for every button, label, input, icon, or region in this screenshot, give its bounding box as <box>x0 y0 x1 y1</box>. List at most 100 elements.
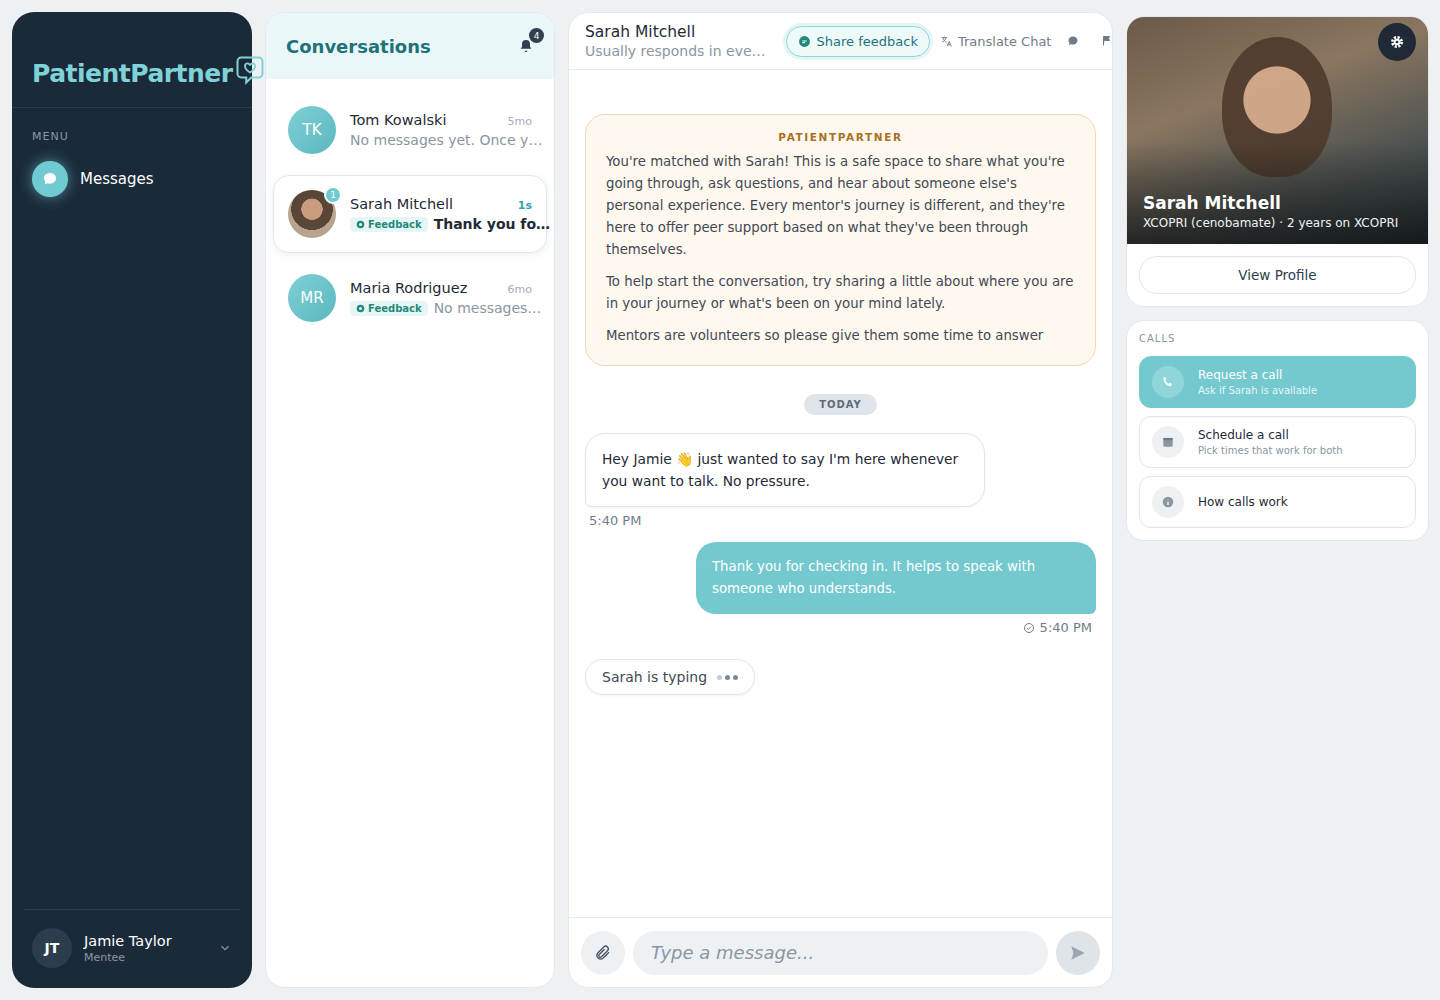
chat-options-button[interactable] <box>1061 29 1085 53</box>
user-role: Mentee <box>84 951 206 964</box>
conversation-preview: Thank you fo… <box>434 216 550 232</box>
typing-dot <box>725 675 730 680</box>
user-name: Jamie Taylor <box>84 933 206 949</box>
logo-text[interactable]: PatientPartner <box>32 60 233 88</box>
typing-dots <box>717 675 738 680</box>
view-profile-button[interactable]: View Profile <box>1139 256 1416 294</box>
user-avatar[interactable]: JT <box>32 928 72 968</box>
notice-paragraph: You're matched with Sarah! This is a saf… <box>606 151 1075 261</box>
message-input[interactable] <box>633 931 1048 975</box>
conversation-item[interactable]: MR Maria Rodriguez6mo FeedbackNo messages… <box>273 259 547 337</box>
conversation-bottom: No messages yet. Once y… <box>350 132 532 148</box>
conversations-panel: Conversations 4 TK Tom Kowalski 5mo No messag… <box>265 12 555 988</box>
message-meta: 5:40 PM <box>585 513 1096 528</box>
chat-bubble-icon <box>356 220 365 229</box>
chat-bubble-icon <box>356 304 365 313</box>
call-subtitle: Pick times that work for both <box>1198 445 1343 456</box>
chevron-down-icon[interactable] <box>218 941 232 955</box>
notice-paragraph: To help start the conversation, try shar… <box>606 271 1075 315</box>
avatar: TK <box>288 106 336 154</box>
conversation-bottom: FeedbackThank you fo… <box>350 216 532 232</box>
attach-button[interactable] <box>581 931 625 975</box>
welcome-notice: PATIENTPARTNER You're matched with Sarah!… <box>585 114 1096 366</box>
chat-subtitle: Usually responds in eve… <box>585 43 766 59</box>
message-meta: 5:40 PM <box>1019 620 1096 635</box>
notifications-button[interactable]: 4 <box>514 34 538 58</box>
right-panel: Sarah MitchellXCOPRI (cenobamate) · 2 ye… <box>1126 12 1429 988</box>
conversations-title: Conversations <box>286 36 431 57</box>
message: Hey Jamie 👋 just wanted to say I'm here … <box>585 433 1096 528</box>
conversation-preview: No messages yet. Once y… <box>350 132 542 148</box>
call-text: Schedule a call Pick times that work for … <box>1198 428 1343 456</box>
call-option[interactable]: Schedule a call Pick times that work for … <box>1139 416 1416 468</box>
share-feedback-button[interactable]: Share feedback <box>786 26 930 57</box>
chat-name: Sarah Mitchell <box>585 23 766 41</box>
call-title[interactable]: Request a call <box>1198 368 1317 382</box>
calls-label: CALLS <box>1139 333 1416 344</box>
paperclip-icon <box>594 944 612 962</box>
conversation-name: Tom Kowalski <box>350 112 446 128</box>
conversation-top: Maria Rodriguez6mo <box>350 280 532 296</box>
profile-name: Sarah Mitchell <box>1143 193 1412 213</box>
chat-contact: Sarah Mitchell Usually responds in eve… <box>585 23 766 59</box>
typing-indicator: Sarah is typing <box>585 659 755 695</box>
settings-button[interactable] <box>1378 23 1416 61</box>
sidebar: PatientPartnerMENUMessagesJTJamie Taylor… <box>12 12 252 988</box>
chat-messages: PATIENTPARTNER You're matched with Sarah!… <box>569 70 1112 917</box>
calendar-icon <box>1161 435 1175 449</box>
translate-chat-button[interactable]: Translate Chat <box>940 34 1052 49</box>
messages-icon-wrap <box>32 161 68 197</box>
call-subtitle: Ask if Sarah is available <box>1198 385 1317 396</box>
chat-bubble-icon <box>42 171 58 187</box>
chat-panel: Sarah Mitchell Usually responds in eve… Sh… <box>568 12 1113 988</box>
translate-label[interactable]: Translate Chat <box>958 34 1052 49</box>
user-menu[interactable]: JT Jamie Taylor Mentee <box>24 909 240 988</box>
message-time: 5:40 PM <box>589 513 641 528</box>
conversation-name: Maria Rodriguez <box>350 280 467 296</box>
logo[interactable]: PatientPartner <box>12 12 252 108</box>
conversation-top: Tom Kowalski 5mo <box>350 112 532 128</box>
unread-badge: 1 <box>324 186 342 204</box>
flag-icon <box>1101 35 1113 47</box>
conversation-time: 5mo <box>508 115 532 128</box>
message-bubble: Hey Jamie 👋 just wanted to say I'm here … <box>585 433 985 507</box>
call-icon-wrap <box>1152 366 1184 398</box>
call-option[interactable]: Request a call Ask if Sarah is available <box>1139 356 1416 408</box>
feedback-label: Feedback <box>368 303 422 314</box>
chat-bubble-icon <box>798 35 811 48</box>
notice-paragraph: Mentors are volunteers so please give th… <box>606 325 1075 347</box>
conversation-list: TK Tom Kowalski 5mo No messages yet. Once y… <box>266 79 554 349</box>
call-title[interactable]: Schedule a call <box>1198 428 1343 442</box>
calls-card: CALLS Request a call Ask if Sarah is avail… <box>1126 320 1429 541</box>
notification-badge: 4 <box>529 28 544 43</box>
call-option[interactable]: How calls work <box>1139 476 1416 528</box>
chat-header: Sarah Mitchell Usually responds in eve… Sh… <box>569 13 1112 70</box>
typing-dot <box>733 675 738 680</box>
typing-dot <box>717 675 722 680</box>
message: Thank you for checking in. It helps to s… <box>585 542 1096 635</box>
feedback-label: Feedback <box>368 219 422 230</box>
feedback-tag: Feedback <box>350 217 428 232</box>
report-button[interactable] <box>1095 29 1113 53</box>
avatar: MR <box>288 274 336 322</box>
call-title[interactable]: How calls work <box>1198 495 1288 509</box>
avatar: 1 <box>288 190 336 238</box>
send-button[interactable] <box>1056 931 1100 975</box>
conversation-name: Sarah Mitchell <box>350 196 453 212</box>
profile-card: Sarah MitchellXCOPRI (cenobamate) · 2 ye… <box>1126 16 1429 307</box>
conversation-bottom: FeedbackNo messages… <box>350 300 532 316</box>
share-feedback-label[interactable]: Share feedback <box>817 34 918 49</box>
call-icon-wrap <box>1152 426 1184 458</box>
conversation-info: Maria Rodriguez6mo FeedbackNo messages… <box>350 280 532 316</box>
send-icon <box>1069 944 1087 962</box>
read-check-icon <box>1023 622 1035 634</box>
sidebar-label[interactable]: Messages <box>80 170 154 188</box>
phone-icon <box>1161 375 1175 389</box>
notice-title: PATIENTPARTNER <box>606 131 1075 143</box>
conversation-item[interactable]: TK Tom Kowalski 5mo No messages yet. Once y… <box>273 91 547 169</box>
conversation-item[interactable]: 1Sarah Mitchell1sFeedbackThank you fo… <box>273 175 547 253</box>
sidebar-item[interactable]: Messages <box>12 155 252 203</box>
translate-icon <box>940 35 953 48</box>
message-bubble: Thank you for checking in. It helps to s… <box>696 542 1096 614</box>
feedback-tag: Feedback <box>350 301 428 316</box>
